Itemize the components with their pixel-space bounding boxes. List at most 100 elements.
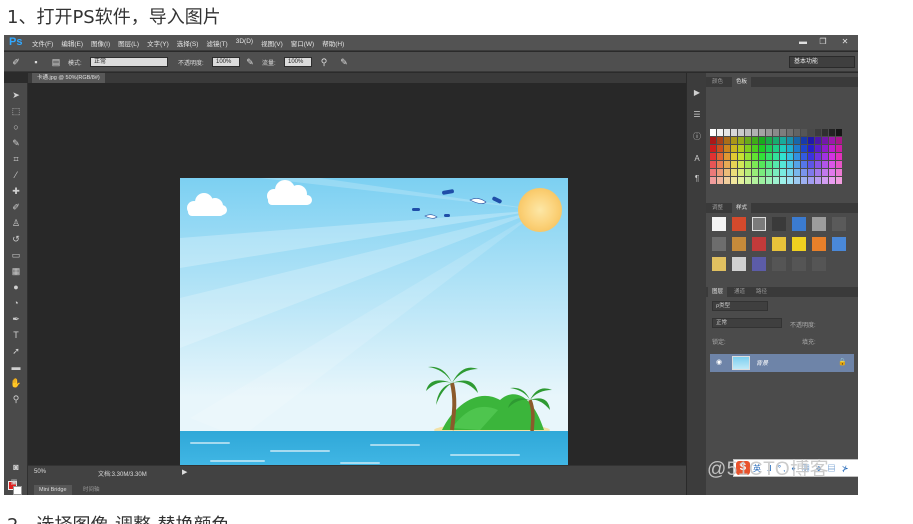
zoom-tool-icon[interactable]: ⚲ <box>10 393 22 405</box>
style-swatch[interactable] <box>792 257 806 271</box>
color-swatch[interactable] <box>808 177 814 184</box>
color-swatch[interactable] <box>752 169 758 176</box>
color-swatch[interactable] <box>808 129 814 136</box>
color-swatch[interactable] <box>822 169 828 176</box>
visibility-eye-icon[interactable]: ◉ <box>716 358 722 366</box>
color-swatch[interactable] <box>745 153 751 160</box>
color-swatch[interactable] <box>787 137 793 144</box>
color-swatch[interactable] <box>724 137 730 144</box>
color-swatch[interactable] <box>724 161 730 168</box>
style-swatch[interactable] <box>772 257 786 271</box>
color-swatch[interactable] <box>738 161 744 168</box>
style-swatch[interactable] <box>792 217 806 231</box>
style-swatch[interactable] <box>732 237 746 251</box>
color-swatch[interactable] <box>710 129 716 136</box>
color-swatch[interactable] <box>717 145 723 152</box>
color-swatch[interactable] <box>787 129 793 136</box>
color-swatch[interactable] <box>815 177 821 184</box>
color-swatch[interactable] <box>836 177 842 184</box>
color-swatch[interactable] <box>752 145 758 152</box>
color-swatch[interactable] <box>780 129 786 136</box>
color-swatch[interactable] <box>710 177 716 184</box>
menu-item[interactable]: 选择(S) <box>177 38 199 48</box>
menu-item[interactable]: 窗口(W) <box>291 38 314 48</box>
color-swatch[interactable] <box>829 177 835 184</box>
color-swatch[interactable] <box>724 169 730 176</box>
color-swatch[interactable] <box>745 145 751 152</box>
color-swatch[interactable] <box>766 129 772 136</box>
layer-row-background[interactable]: ◉ 背景 🔒 <box>710 354 854 372</box>
close-icon[interactable]: ✕ <box>838 37 852 46</box>
style-swatch[interactable] <box>712 257 726 271</box>
blend-mode-select[interactable]: 正常 <box>712 318 782 328</box>
color-swatch[interactable] <box>731 129 737 136</box>
color-swatch[interactable] <box>752 137 758 144</box>
style-swatch[interactable] <box>772 217 786 231</box>
tab-styles[interactable]: 样式 <box>732 203 752 213</box>
pen-tool-icon[interactable]: ✒ <box>10 313 22 325</box>
opacity-input[interactable]: 100% <box>212 57 240 67</box>
color-swatch[interactable] <box>808 169 814 176</box>
color-swatch[interactable] <box>717 137 723 144</box>
info-panel-icon[interactable]: ⓘ <box>691 131 703 143</box>
menu-item[interactable]: 图层(L) <box>118 38 139 48</box>
tab-color[interactable]: 颜色 <box>708 77 727 87</box>
swatches-grid[interactable] <box>710 129 844 187</box>
color-swatch[interactable] <box>836 145 842 152</box>
properties-panel-icon[interactable]: ☰ <box>691 109 703 121</box>
type-tool-icon[interactable]: T <box>10 329 22 341</box>
color-swatch[interactable] <box>752 161 758 168</box>
color-swatch[interactable] <box>815 169 821 176</box>
color-swatch[interactable] <box>787 153 793 160</box>
marquee-tool-icon[interactable]: ⬚ <box>10 105 22 117</box>
layer-name[interactable]: 背景 <box>756 358 768 367</box>
style-swatch[interactable] <box>832 237 846 251</box>
crop-tool-icon[interactable]: ⌗ <box>10 153 22 165</box>
color-swatch[interactable] <box>752 129 758 136</box>
color-swatch[interactable] <box>745 129 751 136</box>
color-swatch[interactable] <box>717 169 723 176</box>
color-swatch[interactable] <box>745 137 751 144</box>
color-swatch[interactable] <box>787 161 793 168</box>
style-swatch[interactable] <box>812 237 826 251</box>
style-swatch[interactable] <box>832 217 846 231</box>
color-swatch[interactable] <box>836 161 842 168</box>
color-swatch[interactable] <box>724 153 730 160</box>
color-swatch[interactable] <box>787 177 793 184</box>
color-swatch[interactable] <box>808 161 814 168</box>
color-swatch[interactable] <box>738 169 744 176</box>
color-swatch[interactable] <box>808 145 814 152</box>
brush-tool-icon[interactable]: ✐ <box>10 201 22 213</box>
color-swatch[interactable] <box>752 153 758 160</box>
color-swatch[interactable] <box>822 153 828 160</box>
color-swatch[interactable] <box>780 177 786 184</box>
history-panel-icon[interactable]: ▶ <box>691 87 703 99</box>
color-swatch[interactable] <box>773 177 779 184</box>
color-swatch[interactable] <box>717 161 723 168</box>
history-brush-tool-icon[interactable]: ↺ <box>10 233 22 245</box>
color-swatch[interactable] <box>766 137 772 144</box>
style-swatch[interactable] <box>812 257 826 271</box>
document-tab[interactable]: 卡通.jpg @ 50%(RGB/8#) <box>32 73 105 83</box>
color-swatch[interactable] <box>780 145 786 152</box>
color-swatch[interactable] <box>731 145 737 152</box>
eraser-tool-icon[interactable]: ▭ <box>10 249 22 261</box>
color-swatch[interactable] <box>717 129 723 136</box>
color-swatch[interactable] <box>829 153 835 160</box>
color-swatch[interactable] <box>815 145 821 152</box>
color-swatch[interactable] <box>801 177 807 184</box>
color-swatch[interactable] <box>731 177 737 184</box>
style-swatch[interactable] <box>792 237 806 251</box>
minimize-icon[interactable]: ▬ <box>796 37 810 46</box>
color-swatch[interactable] <box>801 145 807 152</box>
healing-tool-icon[interactable]: ✚ <box>10 185 22 197</box>
menu-item[interactable]: 文件(F) <box>32 38 53 48</box>
color-swatch[interactable] <box>794 161 800 168</box>
color-swatch[interactable] <box>829 169 835 176</box>
restore-icon[interactable]: ❐ <box>816 37 830 46</box>
screen-mode-icon[interactable]: ▣ <box>8 477 20 489</box>
flow-input[interactable]: 100% <box>284 57 312 67</box>
status-menu-arrow-icon[interactable]: ▶ <box>182 468 187 476</box>
color-swatch[interactable] <box>745 169 751 176</box>
color-swatch[interactable] <box>815 161 821 168</box>
